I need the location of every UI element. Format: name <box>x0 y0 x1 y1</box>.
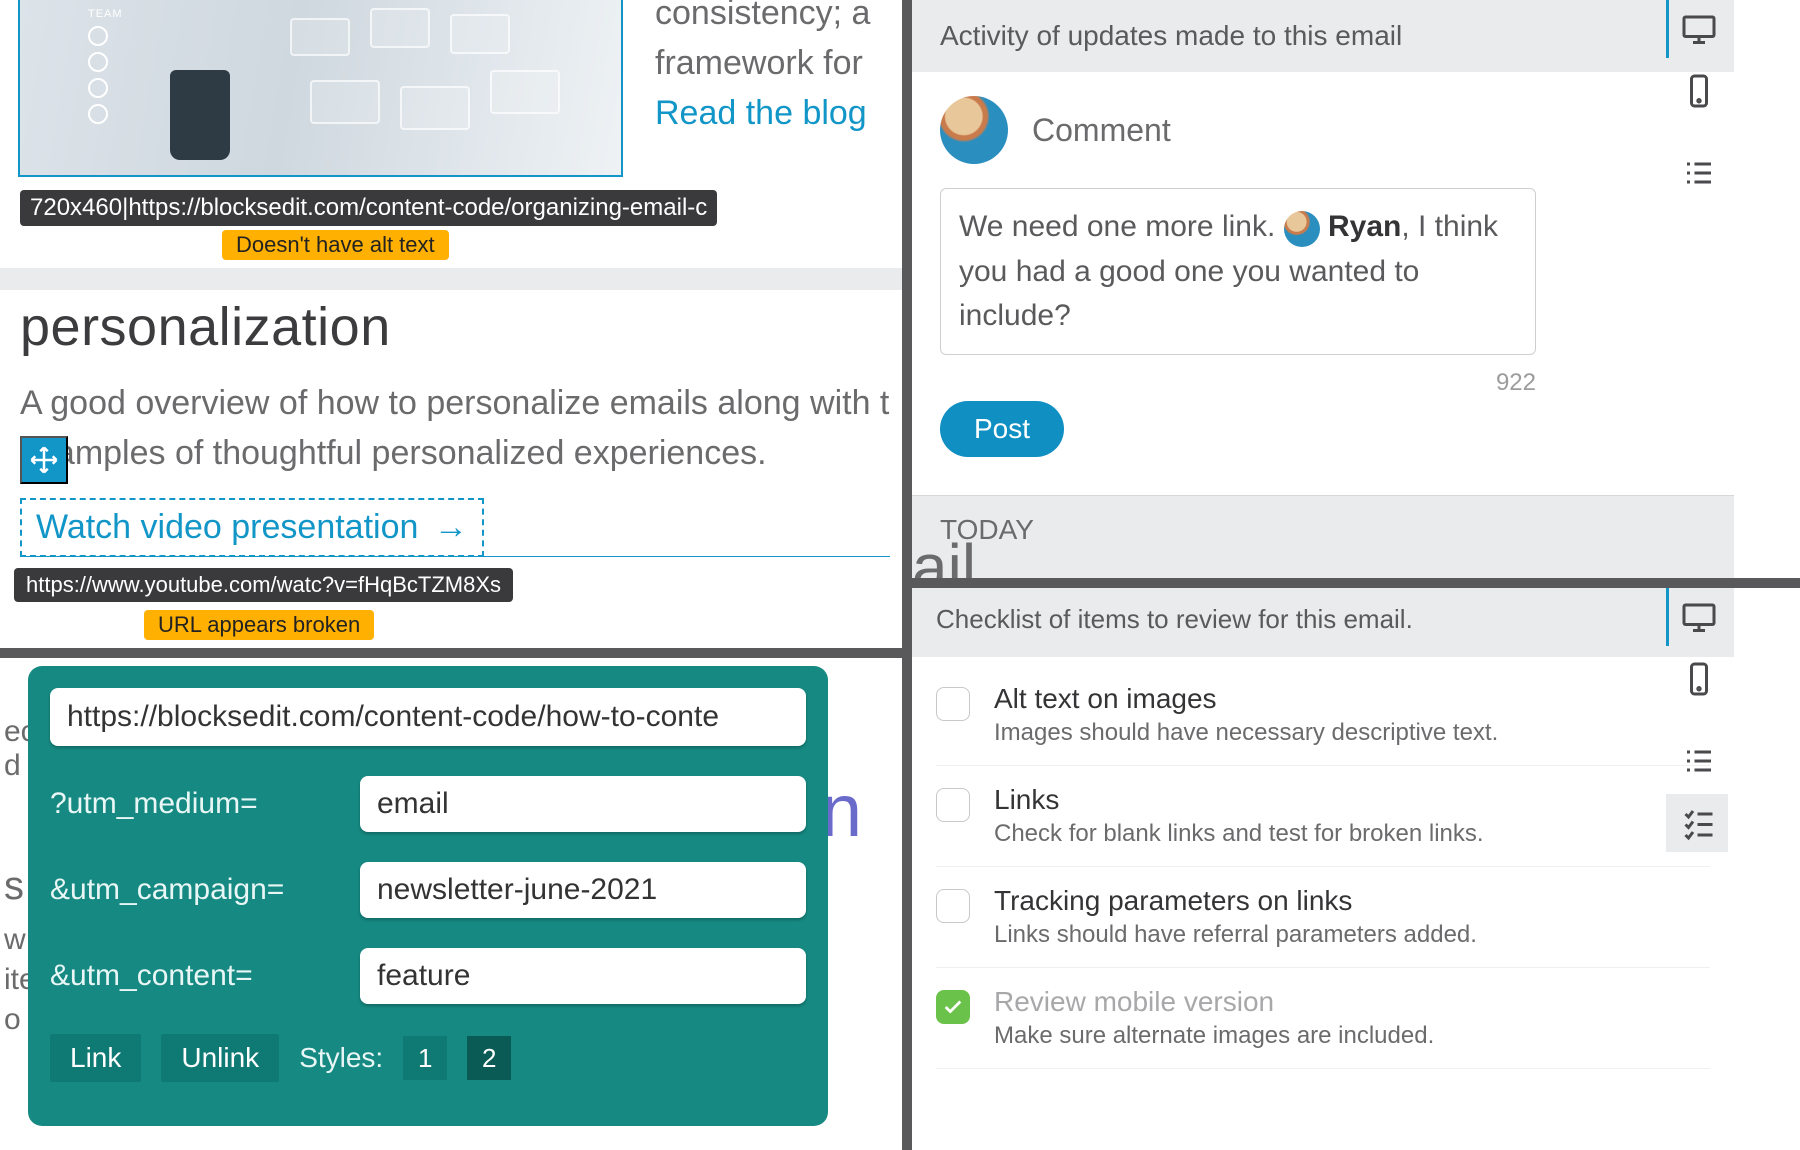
checklist-item-title: Links <box>994 784 1484 816</box>
section-body: A good overview of how to personalize em… <box>20 378 892 478</box>
cta-link[interactable]: Watch video presentation → <box>20 498 484 557</box>
url-broken-warning: URL appears broken <box>144 610 374 640</box>
unlink-button[interactable]: Unlink <box>161 1034 279 1082</box>
comment-label: Comment <box>1032 112 1171 149</box>
outline-button[interactable] <box>1666 144 1728 202</box>
checklist-item-title: Alt text on images <box>994 683 1498 715</box>
mention-avatar <box>1284 211 1320 247</box>
avatar <box>940 96 1008 164</box>
selection-underline <box>20 556 890 557</box>
outline-icon <box>1681 743 1717 779</box>
style-option-1[interactable]: 1 <box>403 1036 447 1080</box>
side-text-line2: framework for <box>655 44 863 82</box>
checklist-item-title: Tracking parameters on links <box>994 885 1477 917</box>
checklist-item: Alt text on images Images should have nec… <box>936 665 1710 766</box>
checklist-item: Review mobile version Make sure alternate… <box>936 968 1710 1069</box>
section-divider-strip <box>0 268 902 290</box>
read-blog-link[interactable]: Read the blog <box>655 94 867 132</box>
checklist-checkbox[interactable] <box>936 687 970 721</box>
utm-param-label: ?utm_medium= <box>50 787 342 821</box>
checklist-checkbox[interactable] <box>936 788 970 822</box>
mobile-preview-button[interactable] <box>1666 650 1728 708</box>
utm-param-input[interactable] <box>360 862 806 918</box>
link-url-badge: https://www.youtube.com/watc?v=fHqBcTZM8… <box>14 568 513 602</box>
style-option-2[interactable]: 2 <box>467 1036 511 1080</box>
link-button[interactable]: Link <box>50 1034 141 1082</box>
alt-text-warning: Doesn't have alt text <box>222 230 449 260</box>
char-counter: 922 <box>940 369 1536 397</box>
checklist-item: Tracking parameters on links Links should… <box>936 867 1710 968</box>
comment-text-pre: We need one more link. <box>959 210 1284 243</box>
mobile-icon <box>1681 661 1717 697</box>
bg-text-fragment: w <box>4 918 26 962</box>
bg-text-fragment: o <box>4 998 21 1042</box>
arrow-right-icon: → <box>434 508 468 546</box>
section-heading: personalization <box>20 296 391 358</box>
checklist-checkbox[interactable] <box>936 990 970 1024</box>
desktop-preview-button[interactable] <box>1666 0 1728 58</box>
checklist-button[interactable] <box>1666 794 1728 852</box>
link-editor-panel: ?utm_medium=&utm_campaign=&utm_content= … <box>28 666 828 1126</box>
desktop-preview-button[interactable] <box>1666 588 1728 646</box>
panel-divider-horizontal <box>0 648 902 658</box>
activity-today-header: TODAY <box>912 495 1734 578</box>
panel-divider-horizontal <box>912 578 1800 588</box>
desktop-icon <box>1681 11 1717 47</box>
styles-label: Styles: <box>299 1042 383 1074</box>
move-handle[interactable] <box>20 436 68 484</box>
cta-text: Watch video presentation <box>36 508 418 546</box>
hero-image[interactable]: TEAM <box>20 0 621 175</box>
mobile-icon <box>1681 73 1717 109</box>
panel-divider-vertical <box>902 0 912 1150</box>
hero-side-text: consistency; a framework for Read the bl… <box>655 0 902 138</box>
checklist-checkbox[interactable] <box>936 889 970 923</box>
checklist-icon <box>1681 805 1717 841</box>
image-meta-badge: 720x460|https://blocksedit.com/content-c… <box>20 190 717 226</box>
mobile-preview-button[interactable] <box>1666 62 1728 120</box>
checklist-item-desc: Check for blank links and test for broke… <box>994 820 1484 848</box>
utm-param-input[interactable] <box>360 948 806 1004</box>
link-url-input[interactable] <box>50 688 806 746</box>
utm-param-label: &utm_content= <box>50 959 342 993</box>
checklist-item-desc: Images should have necessary descriptive… <box>994 719 1498 747</box>
utm-param-input[interactable] <box>360 776 806 832</box>
move-icon <box>29 445 59 475</box>
checklist-item-desc: Make sure alternate images are included. <box>994 1022 1434 1050</box>
checklist-item-desc: Links should have referral parameters ad… <box>994 921 1477 949</box>
mention-name: Ryan <box>1328 210 1401 243</box>
side-text-line1: consistency; a <box>655 0 870 32</box>
checklist-item-title: Review mobile version <box>994 986 1434 1018</box>
outline-button[interactable] <box>1666 732 1728 790</box>
post-button[interactable]: Post <box>940 401 1064 457</box>
outline-icon <box>1681 155 1717 191</box>
comment-input[interactable]: We need one more link. Ryan, I think you… <box>940 188 1536 355</box>
desktop-icon <box>1681 599 1717 635</box>
checklist-panel-header: Checklist of items to review for this em… <box>912 588 1734 657</box>
utm-param-label: &utm_campaign= <box>50 873 342 907</box>
activity-panel-header: Activity of updates made to this email <box>912 0 1734 72</box>
checklist-item: Links Check for blank links and test for … <box>936 766 1710 867</box>
